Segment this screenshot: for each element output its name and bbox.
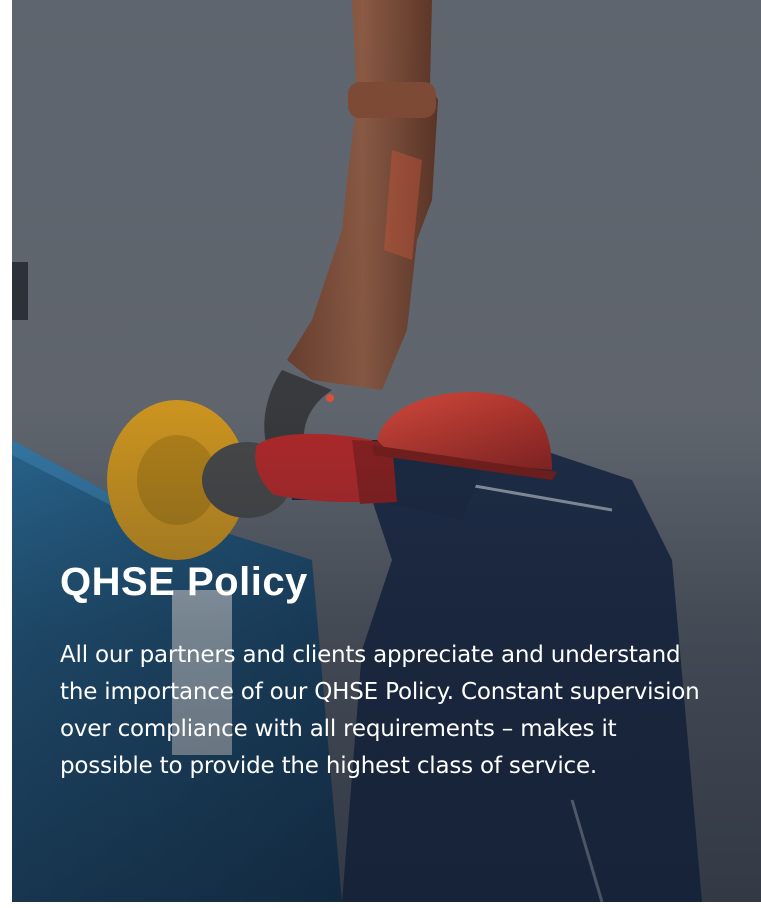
qhse-policy-card[interactable]: QHSE Policy All our partners and clients…: [12, 0, 761, 902]
card-description: All our partners and clients appreciate …: [60, 642, 700, 779]
card-title: QHSE Policy: [60, 560, 308, 604]
